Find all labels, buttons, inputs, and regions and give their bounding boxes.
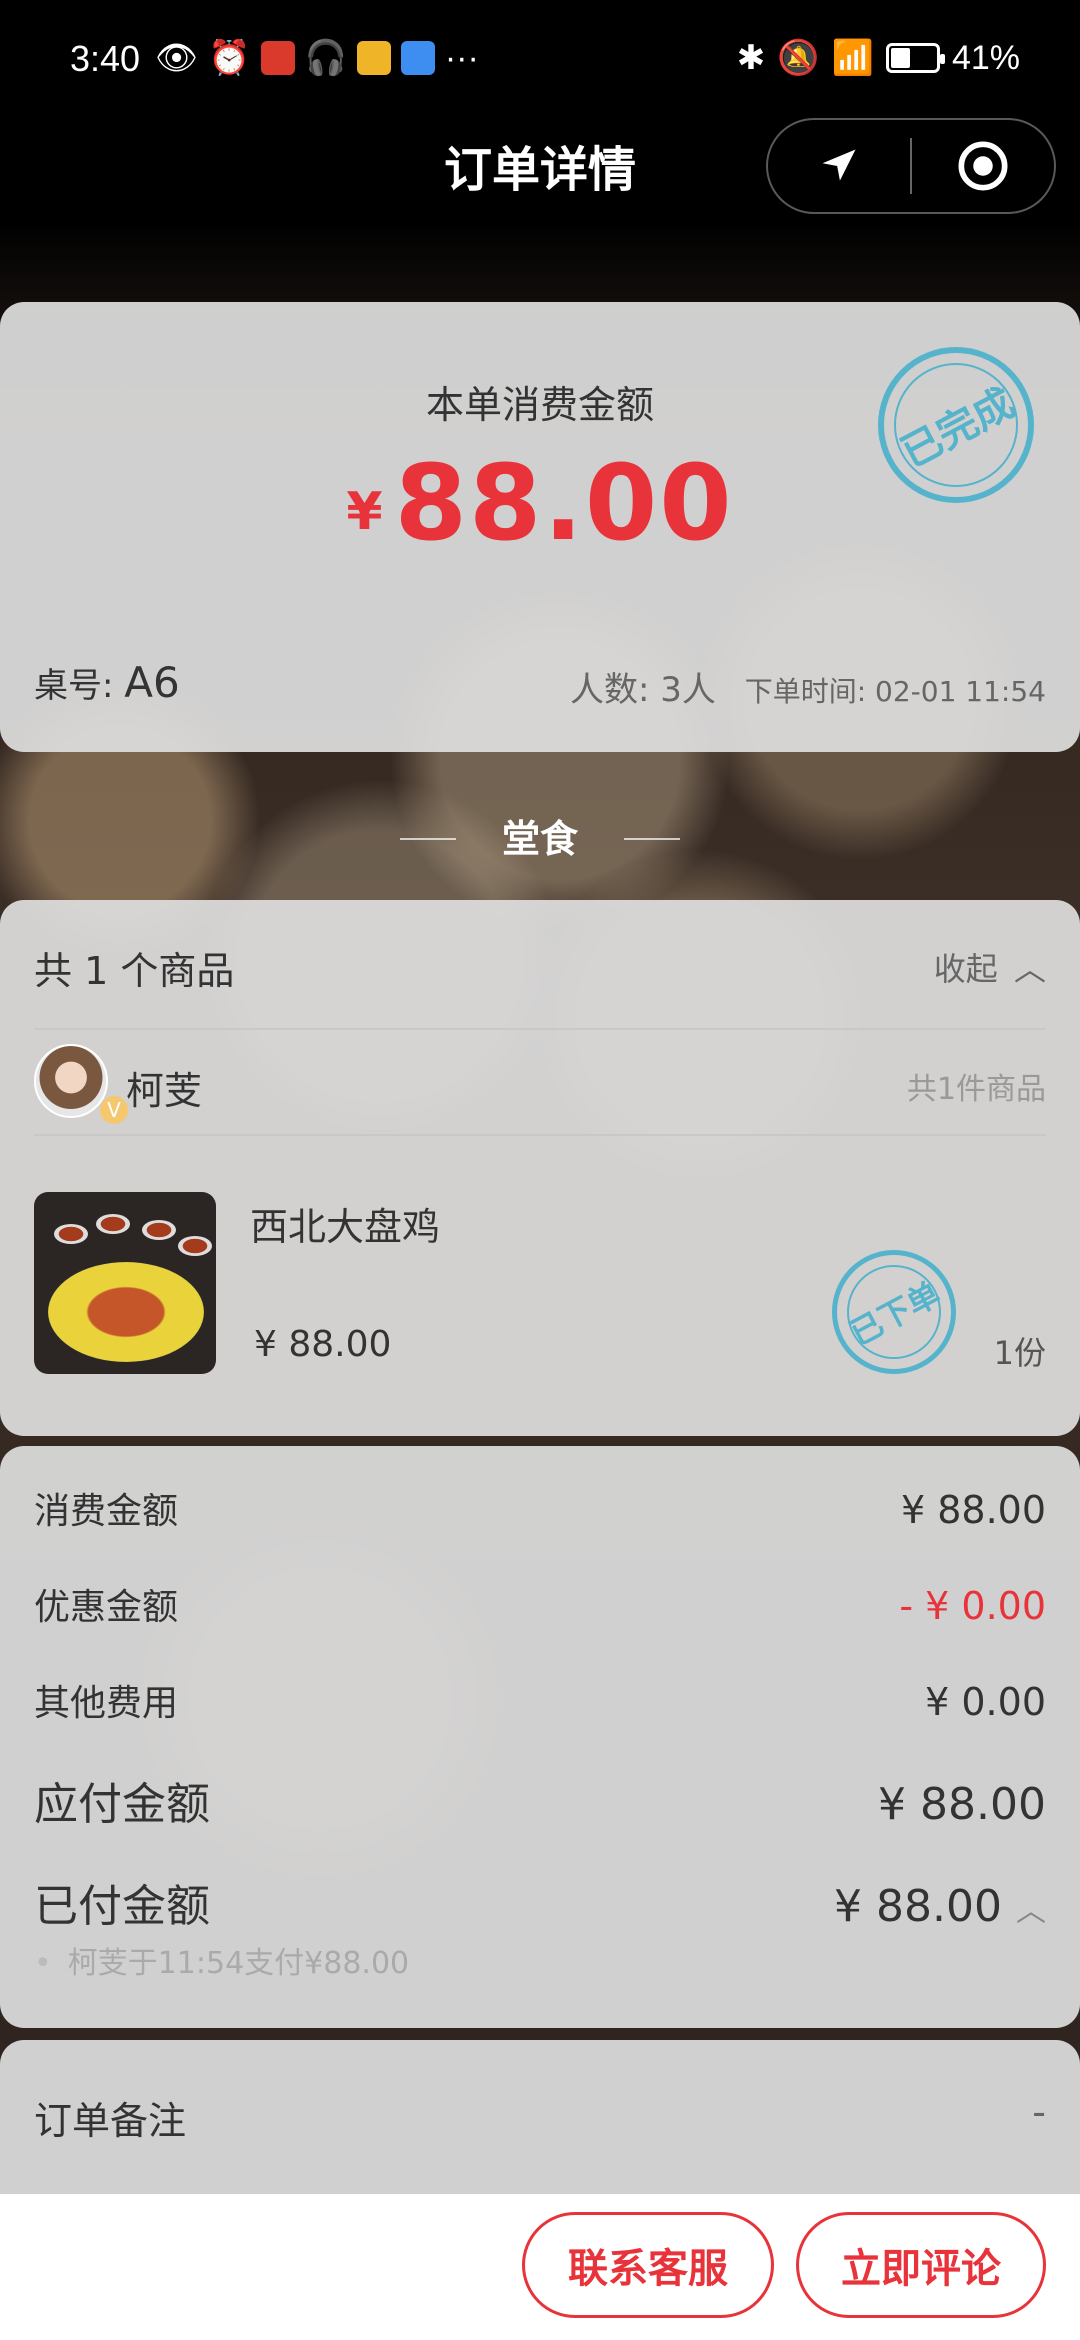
table-number: 桌号: A6 [34, 658, 180, 707]
people-count: 人数: 3人 [570, 670, 716, 710]
target-icon [958, 141, 1008, 191]
battery-icon [885, 43, 945, 73]
user-name: 柯芰 [126, 1069, 203, 1113]
vip-badge: V [100, 1096, 128, 1124]
paid-row[interactable]: 已付金额 ¥ 88.00 ︿ [34, 1870, 1046, 1934]
wifi-icon: 📶 [831, 39, 874, 77]
app-icon [260, 41, 295, 75]
payable-row: 应付金额 ¥ 88.00 [34, 1779, 1046, 1830]
order-summary-card: 本单消费金额 ¥88.00 已完成 桌号: A6 人数: 3人 下单时间: 02… [0, 302, 1080, 752]
status-time: 3:40 [70, 38, 141, 79]
user-item-count: 共1件商品 [906, 1072, 1046, 1107]
amount-value: 88.00 [394, 442, 734, 564]
review-button[interactable]: 立即评论 [796, 2212, 1046, 2318]
headphones-icon: 🎧 [304, 39, 347, 77]
discount-row: 优惠金额 - ¥ 0.00 [34, 1584, 1046, 1628]
chevron-up-icon: ︿ [1016, 1894, 1046, 1929]
dish-price: ¥ 88.00 [254, 1324, 392, 1365]
status-notification-icons: 👁 ⏰ 🎧 ··· [155, 38, 479, 78]
chevron-up-icon: ︿ [1013, 950, 1046, 988]
location-arrow-icon [822, 149, 856, 181]
collapse-toggle[interactable]: 收起 ︿ [934, 944, 1046, 990]
table-label: 桌号: [34, 666, 114, 706]
dish-image [34, 1192, 216, 1374]
table-value: A6 [124, 658, 180, 707]
eye-icon: 👁 [155, 39, 199, 77]
other-fees-row: 其他费用 ¥ 0.00 [34, 1680, 1046, 1724]
battery-percent: 41% [951, 38, 1020, 77]
more-icon: ··· [444, 38, 479, 77]
currency-symbol: ¥ [346, 482, 383, 542]
contact-service-button[interactable]: 联系客服 [522, 2212, 774, 2318]
completed-stamp: 已完成 [878, 347, 1034, 503]
payment-record: 柯芰于11:54支付¥88.00 [34, 1938, 409, 1982]
dine-type-label: 堂食 [501, 817, 578, 861]
miniprogram-capsule [766, 118, 1056, 214]
dine-type-divider: 堂食 [0, 808, 1080, 863]
alarm-icon: ⏰ [208, 39, 251, 77]
status-system-icons: ✱ 🔕 📶 41% [737, 38, 1020, 78]
ordered-stamp: 已下单 [832, 1250, 956, 1374]
goods-count: 共 1 个商品 [34, 949, 235, 993]
dish-quantity: 1份 [993, 1334, 1046, 1372]
remark-value: - [1032, 2090, 1046, 2134]
avatar [34, 1044, 108, 1118]
bluetooth-icon: ✱ [736, 39, 766, 77]
divider [34, 1028, 1046, 1030]
remark-label: 订单备注 [34, 2099, 187, 2143]
bottom-action-bar: 联系客服 立即评论 [0, 2194, 1080, 2340]
dish-name: 西北大盘鸡 [250, 1205, 441, 1249]
close-miniprogram-button[interactable] [912, 120, 1054, 212]
chat-icon [400, 41, 435, 75]
mail-icon [356, 41, 391, 75]
order-time: 下单时间: 02-01 11:54 [744, 675, 1046, 708]
divider [34, 1134, 1046, 1136]
mute-icon: 🔕 [777, 39, 820, 77]
cost-breakdown-card: 消费金额 ¥ 88.00 优惠金额 - ¥ 0.00 其他费用 ¥ 0.00 应… [0, 1446, 1080, 2028]
location-button[interactable] [768, 120, 910, 212]
status-bar: 3:40 👁 ⏰ 🎧 ··· ✱ 🔕 📶 41% [0, 0, 1080, 120]
consume-row: 消费金额 ¥ 88.00 [34, 1488, 1046, 1532]
